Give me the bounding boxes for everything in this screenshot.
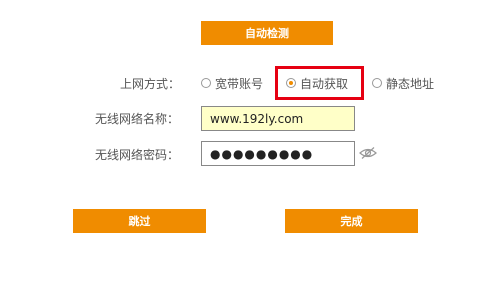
password-input[interactable] (201, 141, 355, 166)
radio-option-pppoe[interactable]: 宽带账号 (201, 75, 263, 91)
eye-off-icon[interactable] (359, 146, 377, 160)
skip-button[interactable]: 跳过 (73, 209, 206, 233)
connection-mode-label: 上网方式： (120, 77, 181, 91)
radio-option-static[interactable]: 静态地址 (372, 75, 434, 91)
auto-detect-button[interactable]: 自动检测 (201, 21, 333, 45)
done-button[interactable]: 完成 (285, 209, 418, 233)
password-label: 无线网络密码： (95, 148, 180, 162)
ssid-label: 无线网络名称： (95, 112, 180, 126)
radio-option-label: 宽带账号 (215, 76, 264, 91)
radio-option-label: 静态地址 (386, 76, 435, 91)
ssid-input[interactable] (201, 106, 355, 131)
highlight-box (275, 66, 364, 100)
radio-unchecked-icon (201, 78, 211, 88)
radio-unchecked-icon (372, 78, 382, 88)
